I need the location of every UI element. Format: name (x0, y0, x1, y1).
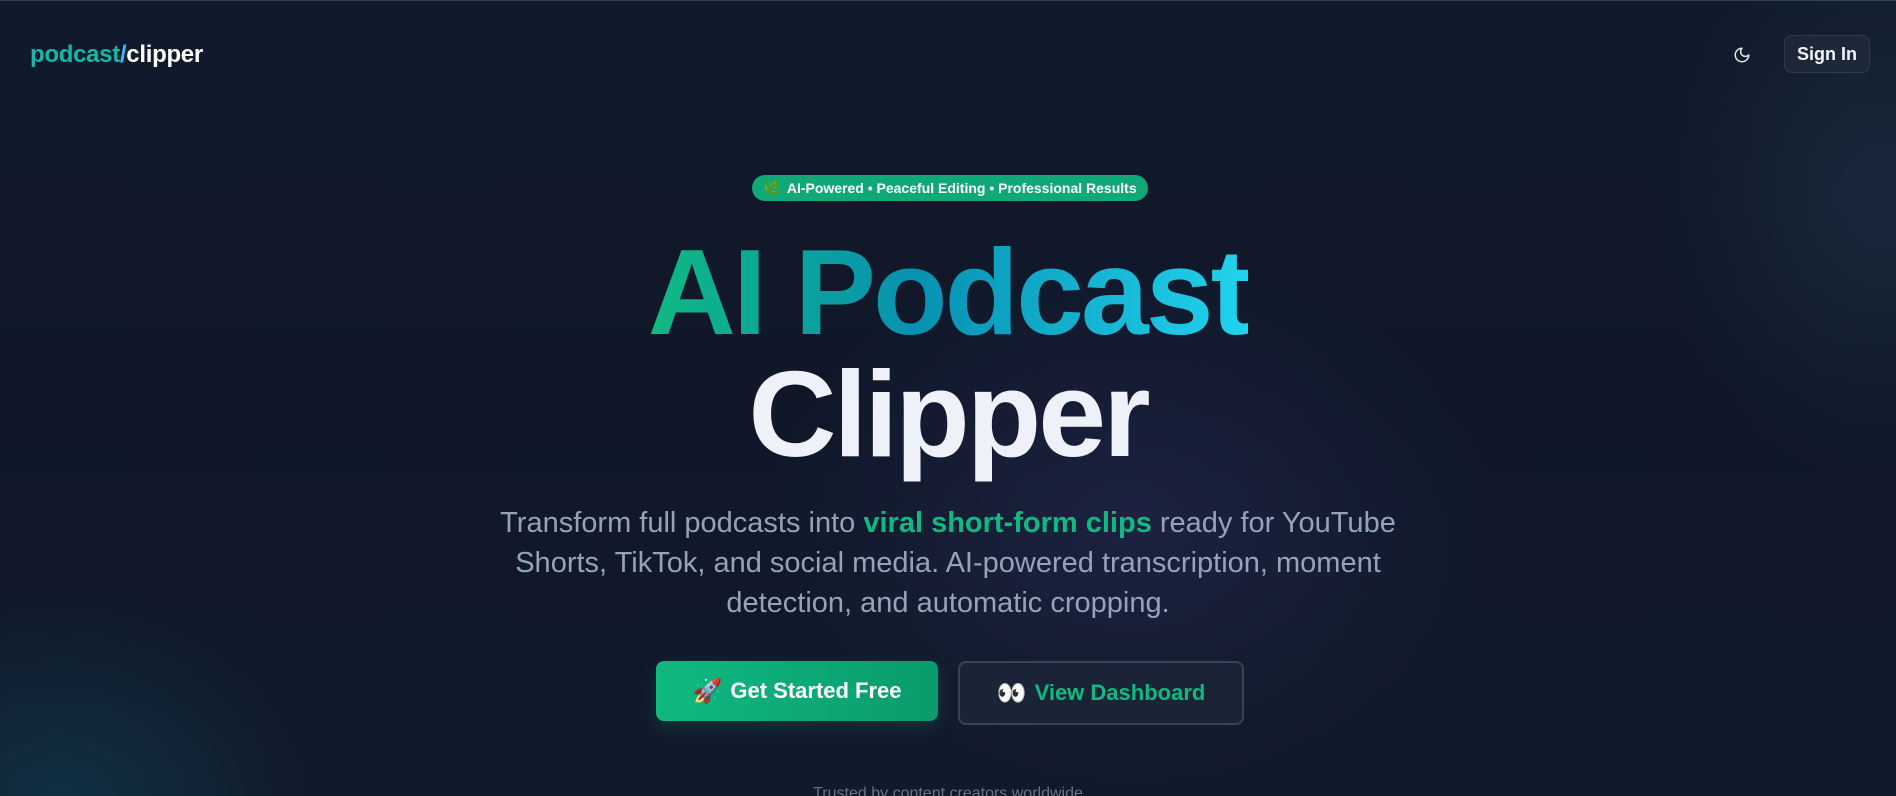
hero-title-line-2: Clipper (748, 346, 1150, 482)
sign-in-button[interactable]: Sign In (1784, 35, 1870, 73)
logo-link[interactable]: podcast/clipper (30, 41, 203, 69)
logo-text-podcast: podcast (30, 41, 120, 68)
hero-title-line-1: AI Podcast (0, 227, 1896, 357)
trusted-by-text: Trusted by content creators worldwide (813, 785, 1083, 796)
view-dashboard-label: View Dashboard (1034, 680, 1206, 705)
site-header: podcast/clipper Sign In (0, 1, 1896, 111)
theme-toggle-button[interactable] (1722, 39, 1762, 71)
moon-icon (1734, 47, 1750, 63)
view-dashboard-button[interactable]: 👀 View Dashboard (958, 661, 1244, 725)
subtitle-highlight: viral short-form clips (863, 507, 1152, 539)
get-started-label: Get Started Free (730, 678, 902, 703)
hero-title-gradient-text: AI Podcast (647, 224, 1251, 360)
get-started-button[interactable]: 🚀 Get Started Free (656, 661, 938, 721)
rocket-icon: 🚀 (692, 677, 723, 705)
feature-badge: 🌿 AI-Powered • Peaceful Editing • Profes… (752, 175, 1148, 201)
badge-text: AI-Powered • Peaceful Editing • Professi… (786, 180, 1137, 196)
landing-page: podcast/clipper Sign In 🌿 AI-Powered • P… (0, 0, 1896, 796)
eyes-icon: 👀 (996, 679, 1027, 707)
logo-text-clipper: clipper (126, 41, 203, 68)
subtitle-text-before: Transform full podcasts into (500, 507, 864, 539)
leaf-icon: 🌿 (763, 179, 781, 196)
hero-subtitle: Transform full podcasts into viral short… (470, 503, 1426, 623)
